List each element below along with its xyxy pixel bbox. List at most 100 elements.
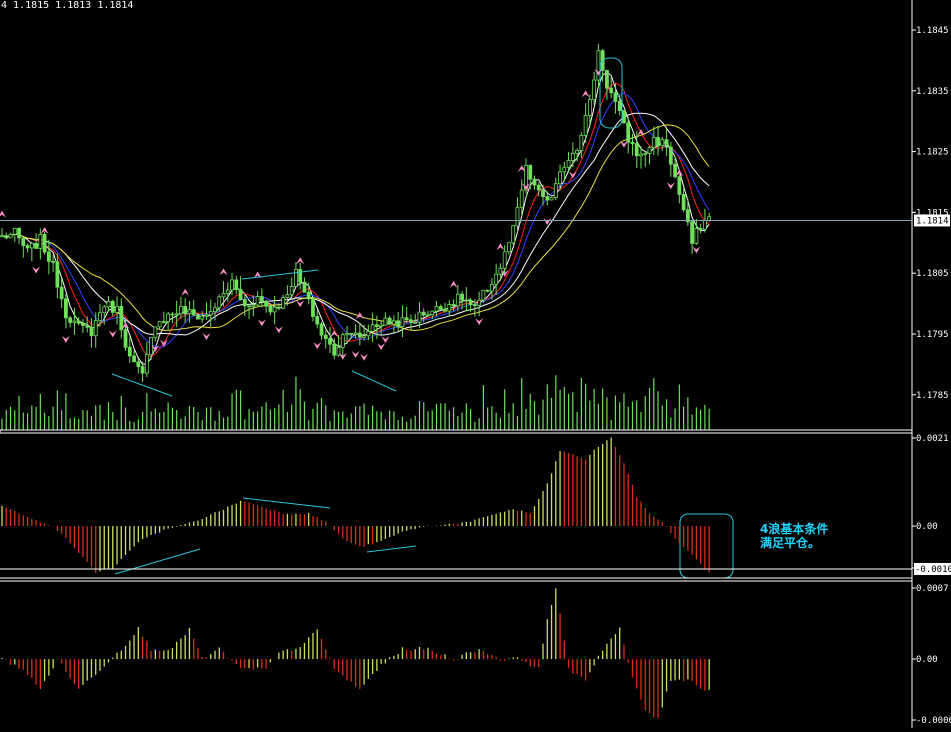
candle <box>179 296 183 319</box>
candle-body <box>609 87 614 94</box>
candle-body <box>698 227 703 230</box>
price-tick-label: 1.1805 <box>916 269 949 279</box>
candle <box>8 232 13 239</box>
candle <box>17 226 21 244</box>
candle <box>400 305 405 338</box>
candle <box>617 94 622 116</box>
trendline[interactable] <box>111 373 173 397</box>
candle-body <box>357 332 362 338</box>
candle-body <box>247 305 251 308</box>
candle <box>647 145 652 165</box>
down-fractal-marker <box>274 326 283 334</box>
candle-body <box>72 320 77 323</box>
oscillator-histogram <box>1 588 710 718</box>
candle <box>106 295 111 312</box>
trendline[interactable] <box>366 545 417 553</box>
chart-canvas[interactable]: 1.18451.18351.18251.18151.18051.17951.17… <box>0 0 951 728</box>
candle-body <box>374 324 379 327</box>
trading-chart[interactable]: 1.1845 1.1835 1.1825 1.1815 1.1805 1.1795 1.17… <box>0 0 951 728</box>
candle <box>357 322 362 346</box>
trendline[interactable] <box>241 269 319 280</box>
price-tick-label: 1.1825 <box>916 148 949 158</box>
candle <box>200 310 205 323</box>
candle-body <box>532 178 537 186</box>
candle <box>21 237 26 258</box>
candle-body <box>413 321 418 324</box>
candle <box>110 299 115 317</box>
candle-body <box>8 233 13 239</box>
candle-body <box>17 227 21 239</box>
candle-body <box>430 310 435 316</box>
candle-body <box>42 233 47 253</box>
candle <box>443 302 447 313</box>
candle-body <box>179 306 183 315</box>
candle-body <box>204 314 209 317</box>
candle-body <box>639 153 643 157</box>
candle <box>340 332 345 358</box>
trendline[interactable] <box>114 548 201 575</box>
candle-body <box>29 242 34 249</box>
price-tick-label: 1.1835 <box>916 87 949 97</box>
candle-body <box>311 298 315 317</box>
trendline[interactable] <box>242 497 331 509</box>
candle-body <box>64 298 68 319</box>
candle-body <box>255 296 260 306</box>
macd-histogram <box>1 437 710 573</box>
candle <box>553 177 558 201</box>
candle-body <box>191 309 196 316</box>
down-fractal-marker <box>159 339 168 347</box>
panel-separator <box>0 429 913 434</box>
candle-body <box>468 300 473 306</box>
macd-tick-label: 0.0021 <box>916 434 949 444</box>
trendline[interactable] <box>351 370 397 392</box>
price-tick-label: 1.1845 <box>916 26 949 36</box>
candle-body <box>217 296 222 309</box>
candle <box>622 110 626 124</box>
candle <box>404 306 409 324</box>
candle <box>25 243 30 253</box>
candle-body <box>76 320 81 324</box>
candle-body <box>259 296 264 302</box>
candle <box>396 311 401 331</box>
up-fractal-marker <box>496 243 505 251</box>
candle-body <box>579 134 584 151</box>
candle <box>166 311 171 330</box>
candle <box>447 300 452 317</box>
candle-body <box>166 313 171 323</box>
candle-body <box>417 311 422 323</box>
candle <box>255 291 260 307</box>
candle <box>315 309 320 329</box>
candle-body <box>515 206 520 227</box>
candle-body <box>536 184 541 191</box>
candle <box>251 295 256 317</box>
candle <box>532 175 537 190</box>
candle-body <box>144 354 149 374</box>
candle <box>289 277 294 300</box>
candle-body <box>392 320 396 325</box>
candle-body <box>161 321 166 323</box>
candle <box>690 220 695 255</box>
candle <box>4 232 9 240</box>
candle-body <box>643 153 648 155</box>
candle-body <box>387 317 392 325</box>
candle <box>119 298 124 339</box>
candle-body <box>272 306 277 313</box>
down-fractal-marker <box>568 171 577 179</box>
candle <box>528 164 533 190</box>
candle-body <box>507 242 511 253</box>
candle <box>498 263 503 281</box>
candle-body <box>400 317 405 328</box>
candle-body <box>566 160 571 168</box>
candle <box>153 326 158 342</box>
candle-body <box>89 326 94 337</box>
candle-body <box>434 306 439 312</box>
candle-body <box>677 176 682 195</box>
candle-body <box>438 306 443 310</box>
candle-body <box>562 166 567 173</box>
candle-body <box>558 171 562 185</box>
up-fractal-marker <box>449 280 458 288</box>
candle <box>311 296 315 322</box>
candle <box>161 311 166 324</box>
down-fractal-marker <box>377 343 386 351</box>
down-fractal-marker <box>313 342 322 350</box>
